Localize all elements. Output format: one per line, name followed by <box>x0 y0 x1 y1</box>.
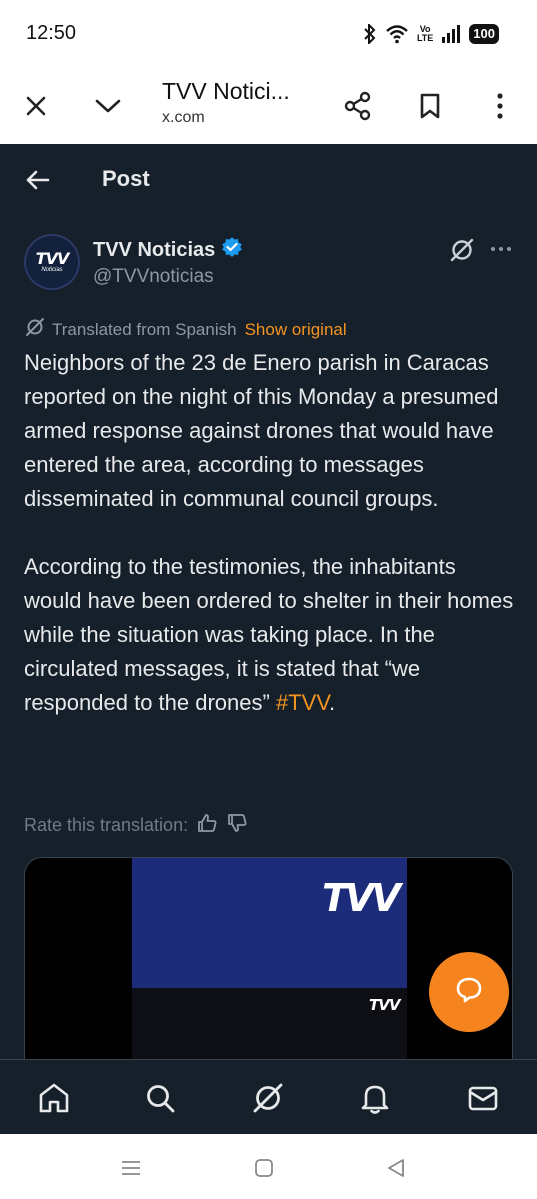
browser-toolbar: TVV Notici... x.com <box>0 68 537 144</box>
recent-apps-icon[interactable] <box>117 1154 145 1182</box>
thumbs-down-icon[interactable] <box>226 812 248 839</box>
grok-chat-button[interactable] <box>429 952 509 1032</box>
search-icon[interactable] <box>140 1078 180 1118</box>
show-original-link[interactable]: Show original <box>245 320 347 340</box>
bottom-tab-bar <box>0 1059 537 1134</box>
share-icon[interactable] <box>338 86 378 126</box>
hashtag-link[interactable]: #TVV <box>276 690 329 715</box>
status-icons: Vo LTE 100 <box>363 22 499 46</box>
avatar-logo: TVV <box>35 248 70 268</box>
messages-icon[interactable] <box>463 1078 503 1118</box>
close-icon[interactable] <box>16 86 56 126</box>
back-arrow-icon[interactable] <box>22 164 54 196</box>
post-page: Post TVV Noticias TVV Noticias @TVVnotic… <box>0 144 537 1059</box>
chevron-down-icon[interactable] <box>88 86 128 126</box>
post-text: Neighbors of the 23 de Enero parish in C… <box>24 346 519 754</box>
grok-icon[interactable] <box>248 1078 288 1118</box>
status-bar: 12:50 Vo LTE 100 <box>0 0 537 68</box>
more-options-icon[interactable] <box>488 236 514 262</box>
author-name[interactable]: TVV Noticias <box>93 236 243 264</box>
translation-notice: Translated from Spanish Show original <box>24 316 347 343</box>
video-bottom-frame: TVV <box>132 988 407 1059</box>
author-handle[interactable]: @TVVnoticias <box>93 266 214 288</box>
post-paragraph-1: Neighbors of the 23 de Enero parish in C… <box>24 350 499 511</box>
back-button-icon[interactable] <box>382 1154 410 1182</box>
menu-dots-icon[interactable] <box>480 86 520 126</box>
post-video[interactable]: TVV TVV <box>24 857 513 1059</box>
tvv-logo-large: TVV <box>322 876 401 920</box>
video-top-frame: TVV <box>132 858 407 988</box>
post-paragraph-2: According to the testimonies, the inhabi… <box>24 554 514 715</box>
wifi-icon <box>385 24 409 44</box>
avatar[interactable]: TVV Noticias <box>24 234 80 290</box>
bluetooth-icon <box>363 24 377 44</box>
post-header: Post <box>0 144 537 216</box>
avatar-subtext: Noticias <box>41 266 63 273</box>
home-button-icon[interactable] <box>250 1154 278 1182</box>
page-title: Post <box>102 166 150 191</box>
status-time: 12:50 <box>26 22 77 44</box>
grok-translate-icon <box>24 316 46 343</box>
grok-icon[interactable] <box>448 236 476 264</box>
tvv-logo-small: TVV <box>369 996 400 1014</box>
notifications-icon[interactable] <box>355 1078 395 1118</box>
signal-icon <box>441 25 461 43</box>
system-navigation-bar <box>0 1134 537 1199</box>
browser-url: x.com <box>162 109 205 126</box>
thumbs-up-icon[interactable] <box>196 812 218 839</box>
home-icon[interactable] <box>34 1078 74 1118</box>
translated-label: Translated from Spanish <box>52 319 237 339</box>
browser-page-title: TVV Notici... <box>162 78 290 104</box>
bookmark-icon[interactable] <box>410 86 450 126</box>
battery-indicator: 100 <box>469 24 499 44</box>
rate-translation: Rate this translation: <box>24 812 248 839</box>
rate-label: Rate this translation: <box>24 815 189 835</box>
chat-bubble-icon <box>453 974 485 1011</box>
volte-indicator: Vo LTE <box>416 24 434 43</box>
verified-badge-icon <box>221 236 243 264</box>
author-name-text: TVV Noticias <box>93 238 216 261</box>
